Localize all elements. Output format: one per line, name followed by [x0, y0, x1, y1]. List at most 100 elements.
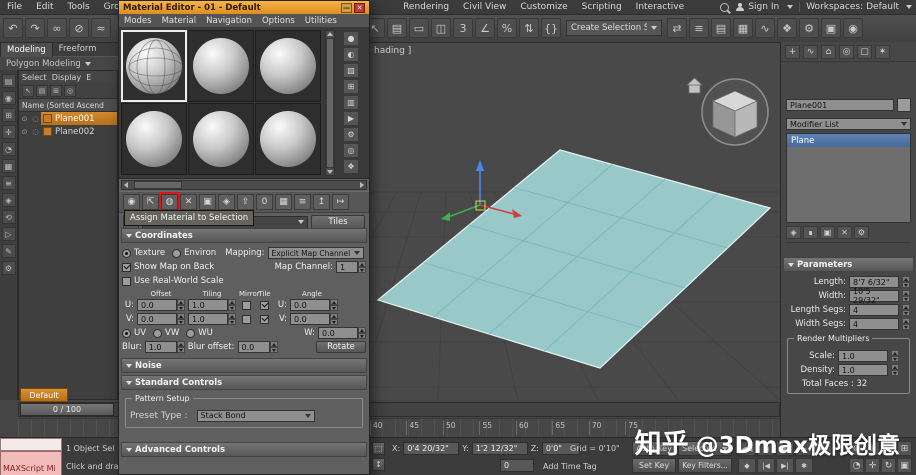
- video-color-check-icon[interactable]: ▥: [343, 95, 359, 110]
- default-chip[interactable]: Default: [20, 388, 68, 402]
- select-by-material-icon[interactable]: ◎: [343, 143, 359, 158]
- dock-icon-10[interactable]: ▷: [1, 227, 16, 241]
- backlight-icon[interactable]: ◐: [343, 47, 359, 62]
- explorer-column-header[interactable]: Name (Sorted Ascend: [19, 99, 117, 112]
- rendered-frame-window-icon[interactable]: ▣: [821, 18, 841, 38]
- make-preview-icon[interactable]: ▶: [343, 111, 359, 126]
- snaps-toggle-icon[interactable]: 3: [453, 18, 473, 38]
- rotate-button[interactable]: Rotate: [316, 341, 366, 353]
- spinner-snap-icon[interactable]: ⇅: [519, 18, 539, 38]
- map-channel-field[interactable]: 1: [336, 261, 366, 273]
- undo-icon[interactable]: ↶: [3, 18, 23, 38]
- scroll-right-icon[interactable]: [360, 182, 364, 188]
- time-slider-handle[interactable]: 0 / 100: [20, 403, 114, 416]
- pin-stack-icon[interactable]: ◈: [786, 226, 801, 239]
- parameter-field[interactable]: 1.0: [838, 350, 888, 362]
- add-time-tag-label[interactable]: Add Time Tag: [543, 462, 597, 471]
- spinner[interactable]: [176, 341, 185, 353]
- spinner[interactable]: [902, 290, 910, 302]
- explorer-list-icon[interactable]: ▤: [36, 84, 48, 97]
- panel-tab-create-icon[interactable]: +: [785, 45, 800, 59]
- select-and-link-icon[interactable]: ∞: [47, 18, 67, 38]
- window-crossing-icon[interactable]: ◫: [431, 18, 451, 38]
- go-to-parent-icon[interactable]: ↥: [313, 194, 330, 210]
- scroll-left-icon[interactable]: [124, 182, 128, 188]
- panel-tab-display-icon[interactable]: ▢: [857, 45, 872, 59]
- blur-offset-field[interactable]: 0.0: [237, 341, 278, 353]
- y-coordinate-field[interactable]: 1'2 12/32": [471, 442, 528, 455]
- curve-editor-icon[interactable]: ∿: [755, 18, 775, 38]
- make-material-copy-icon[interactable]: ▣: [199, 194, 216, 210]
- spinner[interactable]: [891, 350, 899, 362]
- explorer-pick-icon[interactable]: ↖: [22, 84, 34, 97]
- offset-field[interactable]: 0.0: [137, 299, 185, 311]
- coordinates-rollout[interactable]: Coordinates: [121, 228, 367, 243]
- noise-rollout[interactable]: Noise: [121, 358, 367, 373]
- dock-icon-4[interactable]: ✛: [1, 125, 16, 139]
- angle-snap-icon[interactable]: ∠: [475, 18, 495, 38]
- spinner[interactable]: [902, 276, 910, 288]
- w-angle-field[interactable]: 0.0: [318, 327, 366, 339]
- scroll-down-icon[interactable]: [327, 170, 333, 174]
- explorer-menu-display[interactable]: Display: [52, 73, 82, 82]
- ribbon-tab-freeform[interactable]: Freeform: [53, 42, 103, 56]
- explorer-menu-edit[interactable]: E: [86, 73, 91, 82]
- spinner[interactable]: [902, 318, 910, 330]
- panel-tab-modify-icon[interactable]: ∿: [803, 45, 818, 59]
- assign-material-to-selection-icon[interactable]: ◍: [161, 194, 178, 210]
- slots-horizontal-scrollbar[interactable]: [121, 180, 367, 190]
- make-unique-stack-icon[interactable]: ▣: [820, 226, 835, 239]
- menu-edit[interactable]: Edit: [29, 0, 60, 14]
- mirror-checkbox[interactable]: [242, 300, 251, 310]
- wu-radio[interactable]: [186, 328, 196, 338]
- panel-tab-motion-icon[interactable]: ◎: [839, 45, 854, 59]
- show-map-on-back-checkbox[interactable]: [122, 262, 131, 272]
- me-menu-options[interactable]: Options: [257, 16, 300, 26]
- parameters-rollout[interactable]: Parameters: [783, 257, 914, 272]
- named-selection-set-combo[interactable]: Create Selection Se: [566, 20, 662, 36]
- named-selection-sets-icon[interactable]: {}: [541, 18, 561, 38]
- environ-radio[interactable]: [172, 248, 182, 258]
- menu-tools[interactable]: Tools: [61, 0, 97, 14]
- parameter-field[interactable]: 4: [849, 304, 899, 316]
- preset-type-dropdown[interactable]: Stack Bond: [196, 409, 315, 422]
- explorer-menu-select[interactable]: Select: [22, 73, 47, 82]
- scene-object-row[interactable]: Plane001: [19, 112, 117, 125]
- go-forward-to-sibling-icon[interactable]: ↦: [332, 194, 349, 210]
- use-real-world-scale-checkbox[interactable]: [122, 276, 131, 286]
- menu-interactive[interactable]: Interactive: [629, 0, 691, 14]
- bind-to-space-warp-icon[interactable]: ≈: [91, 18, 111, 38]
- select-by-name-icon[interactable]: ▤: [387, 18, 407, 38]
- ribbon-toggle-icon[interactable]: ▦: [733, 18, 753, 38]
- panel-tab-hierarchy-icon[interactable]: ⌂: [821, 45, 836, 59]
- advanced-controls-rollout[interactable]: Advanced Controls: [121, 442, 367, 457]
- me-menu-utilities[interactable]: Utilities: [300, 16, 342, 26]
- spinner[interactable]: [902, 304, 910, 316]
- workspaces-dropdown[interactable]: Workspaces: Default: [806, 2, 912, 12]
- put-to-library-icon[interactable]: ⇪: [237, 194, 254, 210]
- show-end-result-stack-icon[interactable]: ∎: [803, 226, 818, 239]
- angle-field[interactable]: 0.0: [290, 299, 338, 311]
- dock-icon-6[interactable]: ▦: [1, 159, 16, 173]
- me-menu-modes[interactable]: Modes: [119, 16, 157, 26]
- scene-object-row[interactable]: Plane002: [19, 125, 117, 138]
- show-end-result-icon[interactable]: ≡: [294, 194, 311, 210]
- menu-file[interactable]: File: [0, 0, 29, 14]
- current-frame-field[interactable]: 0: [500, 459, 534, 472]
- viewport-label-fragment[interactable]: hading ]: [374, 46, 411, 56]
- absolute-mode-icon[interactable]: ↕: [372, 458, 385, 471]
- me-menu-navigation[interactable]: Navigation: [201, 16, 257, 26]
- tile-checkbox[interactable]: [260, 300, 269, 310]
- menu-civil-view[interactable]: Civil View: [456, 0, 513, 14]
- remove-modifier-icon[interactable]: ✕: [837, 226, 852, 239]
- dock-icon-7[interactable]: ≡: [1, 176, 16, 190]
- ribbon-section-polygon-modeling[interactable]: Polygon Modeling: [0, 56, 118, 70]
- align-icon[interactable]: ≡: [689, 18, 709, 38]
- selection-region-icon[interactable]: ▭: [409, 18, 429, 38]
- sample-slot[interactable]: [255, 103, 321, 175]
- configure-modifier-sets-icon[interactable]: ⚙: [854, 226, 869, 239]
- scroll-up-icon[interactable]: [327, 32, 333, 36]
- standard-controls-rollout[interactable]: Standard Controls: [121, 375, 367, 390]
- vw-radio[interactable]: [153, 328, 163, 338]
- blur-field[interactable]: 1.0: [144, 341, 185, 353]
